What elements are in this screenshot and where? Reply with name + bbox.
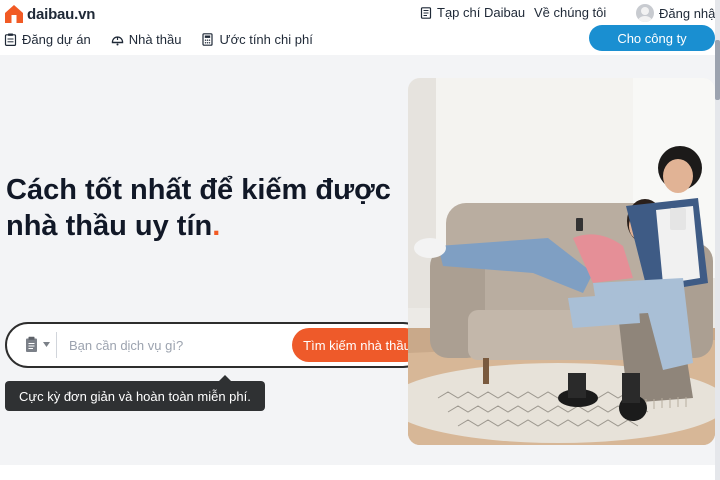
document-icon xyxy=(26,336,37,352)
nav-item-contractors[interactable]: Nhà thầu xyxy=(111,32,182,47)
scrollbar-thumb[interactable] xyxy=(715,40,720,100)
house-icon xyxy=(5,5,23,23)
couple-on-sofa-image xyxy=(408,78,715,445)
divider xyxy=(56,332,57,358)
category-selector[interactable] xyxy=(25,336,50,353)
brand-name: daibau.vn xyxy=(27,5,96,23)
calculator-icon xyxy=(202,33,214,46)
page-scrollbar[interactable] xyxy=(715,0,720,480)
find-contractor-button[interactable]: Tìm kiếm nhà thầu xyxy=(292,328,422,362)
hero-title-line1: Cách tốt nhất để kiếm được xyxy=(6,174,391,206)
about-link[interactable]: Về chúng tôi xyxy=(534,5,606,20)
search-bar: Tìm kiếm nhà thầu xyxy=(5,322,426,368)
magazine-link-label: Tạp chí Daibau xyxy=(437,5,526,20)
avatar xyxy=(636,4,654,22)
main-nav: Đăng dự án Nhà thầu Ước tính chi phí xyxy=(4,32,333,47)
hero-title-dot: . xyxy=(212,210,221,242)
login-link[interactable]: Đăng nhập xyxy=(636,4,720,22)
service-search-input[interactable] xyxy=(69,333,284,357)
chevron-down-icon xyxy=(43,342,50,347)
magazine-icon xyxy=(420,6,432,19)
hero-title-line2: nhà thầu uy tín xyxy=(6,210,213,242)
about-link-label: Về chúng tôi xyxy=(534,5,607,20)
login-link-label: Đăng nhập xyxy=(659,5,720,21)
helmet-icon xyxy=(111,36,123,46)
free-note-tooltip: Cực kỳ đơn giản và hoàn toàn miễn phí. xyxy=(5,375,265,411)
nav-item-label: Nhà thầu xyxy=(128,32,182,47)
nav-item-label: Ước tính chi phí xyxy=(219,32,313,47)
clipboard-icon xyxy=(4,33,17,46)
for-companies-button[interactable]: Cho công ty xyxy=(589,25,715,51)
nav-item-label: Đăng dự án xyxy=(22,32,91,47)
magazine-link[interactable]: Tạp chí Daibau xyxy=(420,5,525,20)
hero-title: Cách tốt nhất để kiếm được nhà thầu uy t… xyxy=(6,172,416,244)
logo[interactable]: daibau.vn xyxy=(4,4,95,24)
nav-item-post-project[interactable]: Đăng dự án xyxy=(4,32,91,47)
site-header: daibau.vn Tạp chí Daibau Về chúng tôi Đă… xyxy=(0,0,720,52)
nav-item-cost-estimate[interactable]: Ước tính chi phí xyxy=(201,32,313,47)
hero-photo xyxy=(408,78,715,445)
